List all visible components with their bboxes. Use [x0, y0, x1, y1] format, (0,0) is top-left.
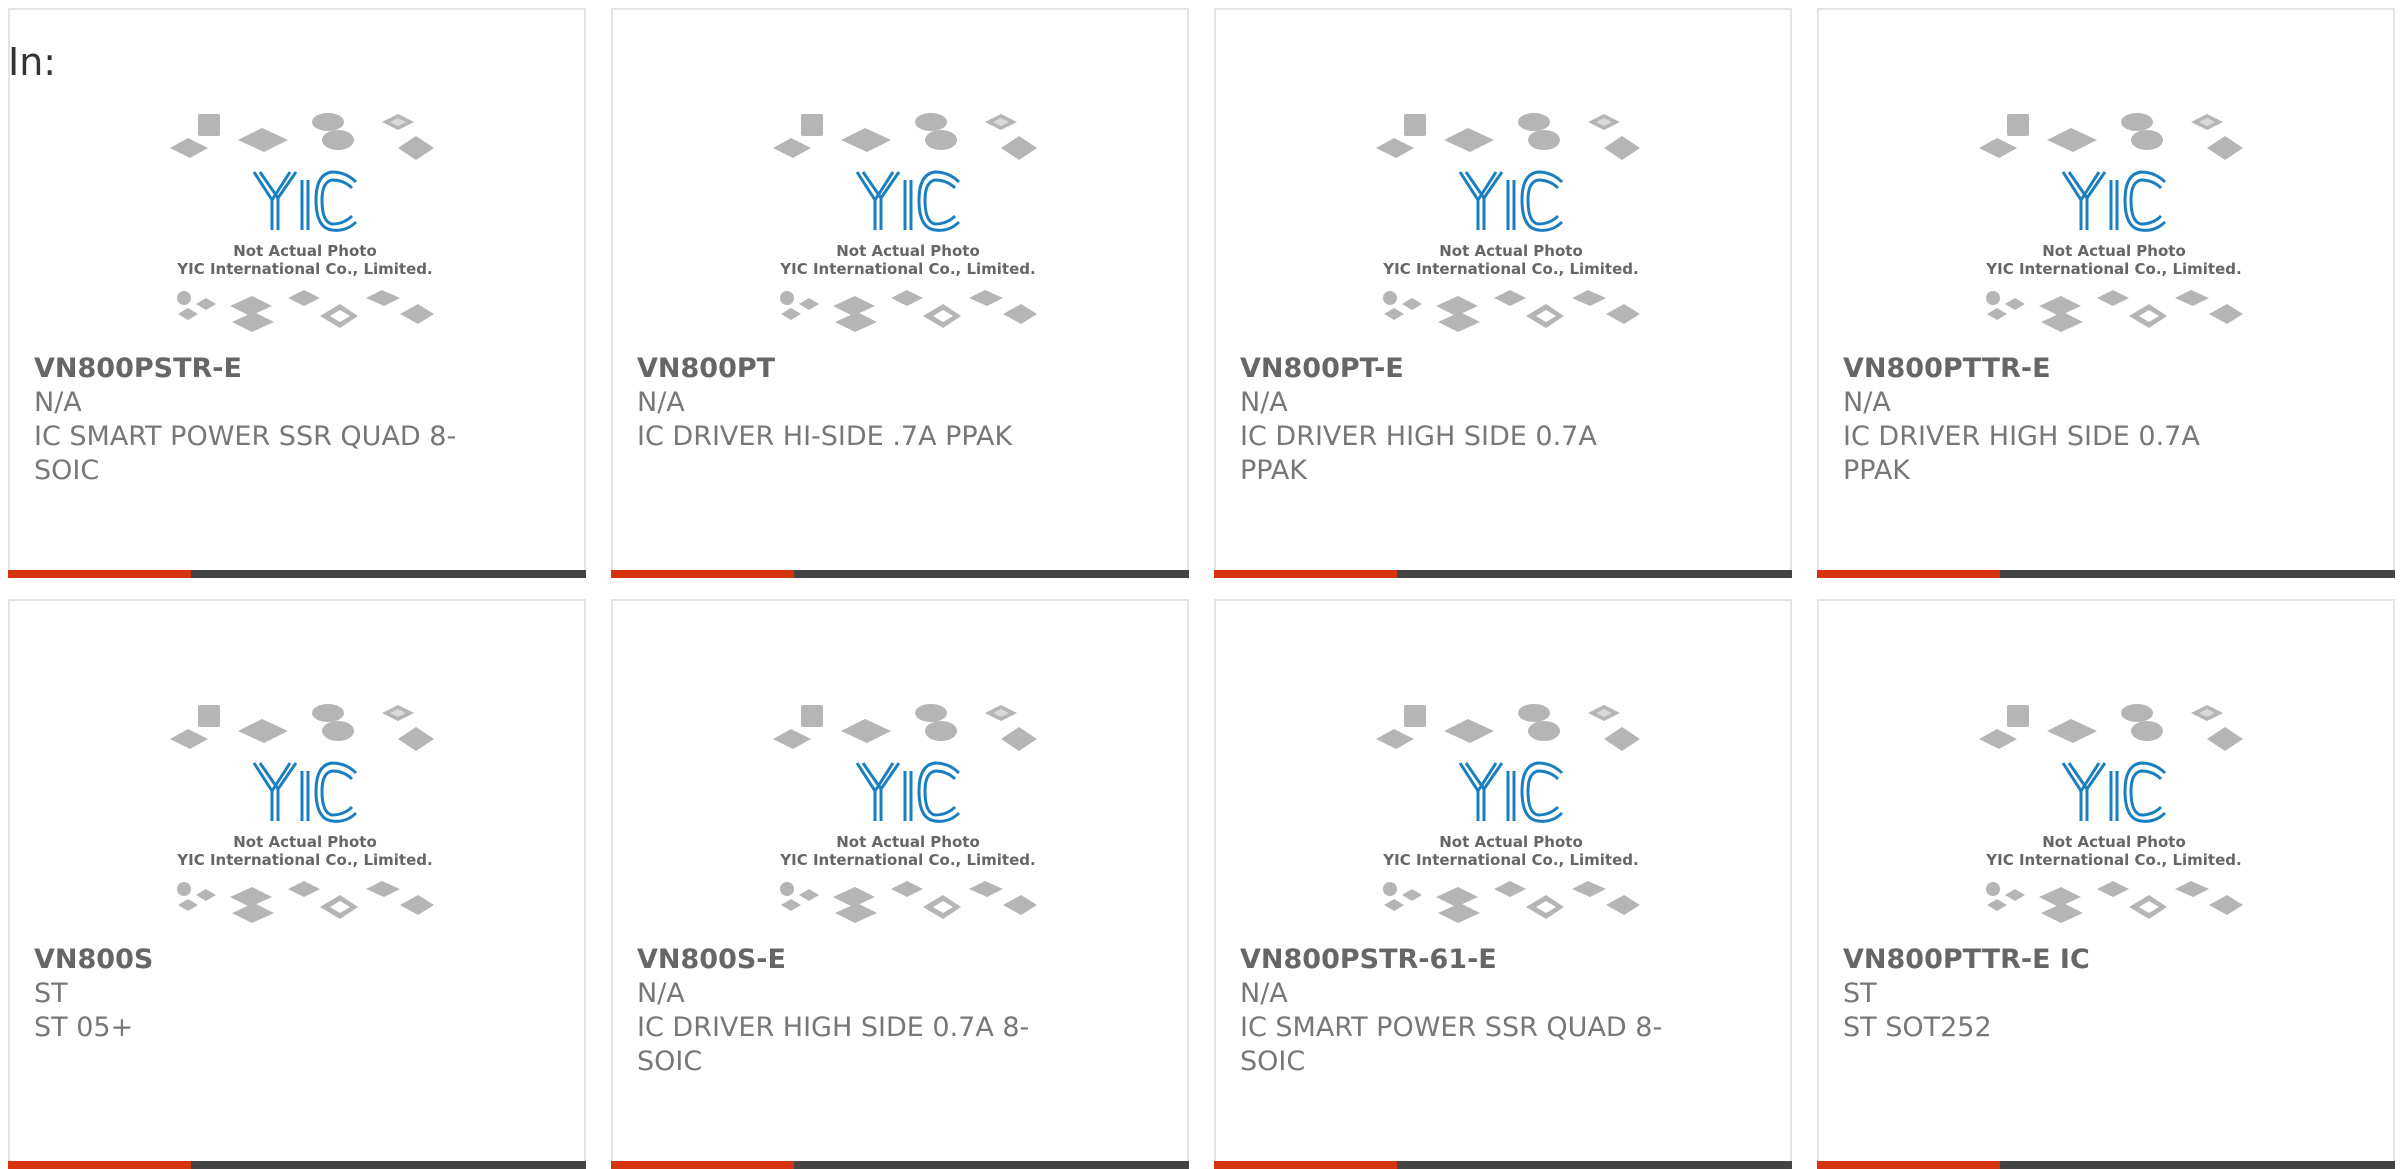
product-card[interactable]: Not Actual Photo YIC International Co., … [611, 599, 1189, 1169]
description-text: ST 05+ [34, 1012, 134, 1043]
card-accent-bar [1214, 570, 1397, 578]
card-accent-bar [1214, 1161, 1397, 1169]
manufacturer-text: N/A [637, 978, 685, 1009]
product-photo-placeholder[interactable]: Not Actual Photo YIC International Co., … [170, 691, 440, 931]
product-info: VN800PSTR-61-E N/A IC SMART POWER SSR QUAD… [1240, 943, 1766, 1079]
photo-caption-1: Not Actual Photo [233, 833, 377, 851]
description-text: IC SMART POWER SSR QUAD 8-SOIC [34, 421, 457, 486]
card-bottom-bar [1214, 1161, 1792, 1169]
manufacturer-text: N/A [1240, 978, 1288, 1009]
product-info: VN800S ST ST 05+ [34, 943, 560, 1045]
product-card[interactable]: Not Actual Photo YIC International Co., … [8, 599, 586, 1169]
card-accent-bar [1817, 1161, 2000, 1169]
manufacturer-text: N/A [34, 387, 82, 418]
photo-caption-2: YIC International Co., Limited. [779, 851, 1035, 869]
part-number-link[interactable]: VN800PTTR-E [1843, 352, 2369, 386]
product-photo-placeholder[interactable]: Not Actual Photo YIC International Co., … [773, 691, 1043, 931]
photo-caption-2: YIC International Co., Limited. [1985, 260, 2241, 278]
card-bottom-bar [1817, 570, 2395, 578]
part-number-link[interactable]: VN800PSTR-61-E [1240, 943, 1766, 977]
photo-caption-1: Not Actual Photo [2042, 833, 2186, 851]
product-info: VN800PT-E N/A IC DRIVER HIGH SIDE 0.7A PPA… [1240, 352, 1766, 488]
photo-caption-2: YIC International Co., Limited. [1382, 260, 1638, 278]
card-bottom-bar [8, 570, 586, 578]
photo-caption-1: Not Actual Photo [233, 242, 377, 260]
product-grid: Not Actual Photo YIC International Co., … [8, 8, 2400, 1169]
product-photo-placeholder[interactable]: Not Actual Photo YIC International Co., … [170, 100, 440, 340]
product-photo-placeholder[interactable]: Not Actual Photo YIC International Co., … [773, 100, 1043, 340]
description-text: IC DRIVER HIGH SIDE 0.7A PPAK [1240, 421, 1597, 486]
product-info: VN800PT N/A IC DRIVER HI-SIDE .7A PPAK [637, 352, 1163, 454]
card-accent-bar [611, 570, 794, 578]
part-number-link[interactable]: VN800PSTR-E [34, 352, 560, 386]
description-text: ST SOT252 [1843, 1012, 1992, 1043]
filter-label: In: [8, 40, 57, 84]
product-info: VN800PSTR-E N/A IC SMART POWER SSR QUAD 8-… [34, 352, 560, 488]
photo-caption-1: Not Actual Photo [1439, 833, 1583, 851]
photo-caption-2: YIC International Co., Limited. [1382, 851, 1638, 869]
card-accent-bar [8, 570, 191, 578]
card-bottom-bar [611, 1161, 1189, 1169]
card-bottom-bar [611, 570, 1189, 578]
product-card[interactable]: Not Actual Photo YIC International Co., … [1817, 599, 2395, 1169]
photo-caption-1: Not Actual Photo [2042, 242, 2186, 260]
part-number-link[interactable]: VN800PT [637, 352, 1163, 386]
product-info: VN800S-E N/A IC DRIVER HIGH SIDE 0.7A 8-SO… [637, 943, 1163, 1079]
description-text: IC DRIVER HIGH SIDE 0.7A PPAK [1843, 421, 2200, 486]
part-number-link[interactable]: VN800S-E [637, 943, 1163, 977]
product-card[interactable]: Not Actual Photo YIC International Co., … [8, 8, 586, 578]
manufacturer-text: N/A [1843, 387, 1891, 418]
manufacturer-text: ST [34, 978, 68, 1009]
photo-caption-2: YIC International Co., Limited. [176, 260, 432, 278]
description-text: IC SMART POWER SSR QUAD 8-SOIC [1240, 1012, 1663, 1077]
photo-caption-2: YIC International Co., Limited. [176, 851, 432, 869]
product-photo-placeholder[interactable]: Not Actual Photo YIC International Co., … [1376, 691, 1646, 931]
photo-caption-2: YIC International Co., Limited. [779, 260, 1035, 278]
manufacturer-text: N/A [1240, 387, 1288, 418]
product-card[interactable]: Not Actual Photo YIC International Co., … [1817, 8, 2395, 578]
product-info: VN800PTTR-E N/A IC DRIVER HIGH SIDE 0.7A P… [1843, 352, 2369, 488]
card-bottom-bar [8, 1161, 586, 1169]
manufacturer-text: N/A [637, 387, 685, 418]
photo-caption-1: Not Actual Photo [1439, 242, 1583, 260]
card-accent-bar [1817, 570, 2000, 578]
card-bottom-bar [1817, 1161, 2395, 1169]
product-photo-placeholder[interactable]: Not Actual Photo YIC International Co., … [1979, 691, 2249, 931]
product-card[interactable]: Not Actual Photo YIC International Co., … [1214, 8, 1792, 578]
product-photo-placeholder[interactable]: Not Actual Photo YIC International Co., … [1376, 100, 1646, 340]
part-number-link[interactable]: VN800PT-E [1240, 352, 1766, 386]
photo-caption-2: YIC International Co., Limited. [1985, 851, 2241, 869]
card-bottom-bar [1214, 570, 1792, 578]
photo-caption-1: Not Actual Photo [836, 833, 980, 851]
product-card[interactable]: Not Actual Photo YIC International Co., … [1214, 599, 1792, 1169]
card-accent-bar [611, 1161, 794, 1169]
card-accent-bar [8, 1161, 191, 1169]
photo-caption-1: Not Actual Photo [836, 242, 980, 260]
manufacturer-text: ST [1843, 978, 1877, 1009]
product-card[interactable]: Not Actual Photo YIC International Co., … [611, 8, 1189, 578]
product-info: VN800PTTR-E IC ST ST SOT252 [1843, 943, 2369, 1045]
description-text: IC DRIVER HIGH SIDE 0.7A 8-SOIC [637, 1012, 1030, 1077]
part-number-link[interactable]: VN800PTTR-E IC [1843, 943, 2369, 977]
product-photo-placeholder[interactable]: Not Actual Photo YIC International Co., … [1979, 100, 2249, 340]
description-text: IC DRIVER HI-SIDE .7A PPAK [637, 421, 1013, 452]
part-number-link[interactable]: VN800S [34, 943, 560, 977]
